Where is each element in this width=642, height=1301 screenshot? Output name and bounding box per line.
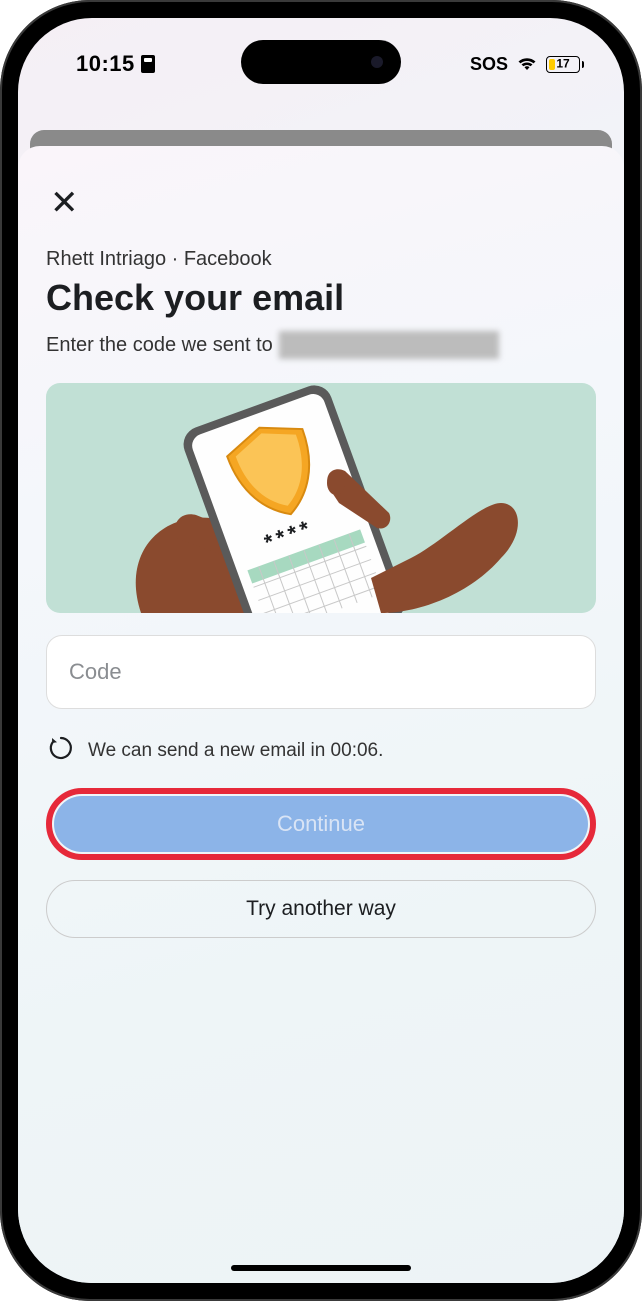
page-title: Check your email xyxy=(46,277,596,319)
battery-percent: 17 xyxy=(556,56,569,70)
modal-sheet: ✕ Rhett Intriago · Facebook Check your e… xyxy=(18,146,624,1283)
close-icon[interactable]: ✕ xyxy=(50,186,596,220)
phone-screen: 10:15 SOS 17 xyxy=(18,18,624,1283)
continue-button[interactable]: Continue xyxy=(54,796,588,852)
breadcrumb: Rhett Intriago · Facebook xyxy=(46,248,596,271)
resend-row: We can send a new email in 00:06. xyxy=(46,735,596,766)
dynamic-island xyxy=(241,40,401,84)
instruction-text: Enter the code we sent to xyxy=(46,331,596,359)
home-indicator[interactable] xyxy=(231,1265,411,1271)
continue-highlight: Continue xyxy=(46,788,596,860)
resend-text: We can send a new email in 00:06. xyxy=(88,740,383,762)
sos-label: SOS xyxy=(470,54,508,75)
sim-icon xyxy=(141,55,155,73)
redacted-email xyxy=(279,331,499,359)
status-left: 10:15 xyxy=(76,51,155,77)
refresh-icon xyxy=(48,735,74,766)
status-time: 10:15 xyxy=(76,51,135,77)
front-camera xyxy=(371,56,383,68)
wifi-icon xyxy=(516,56,538,72)
illustration-phone-shield: **** xyxy=(46,383,596,613)
try-another-button[interactable]: Try another way xyxy=(46,880,596,938)
status-right: SOS 17 xyxy=(470,54,584,75)
phone-frame: 10:15 SOS 17 xyxy=(0,0,642,1301)
code-input[interactable] xyxy=(46,635,596,709)
battery-icon: 17 xyxy=(546,56,584,73)
